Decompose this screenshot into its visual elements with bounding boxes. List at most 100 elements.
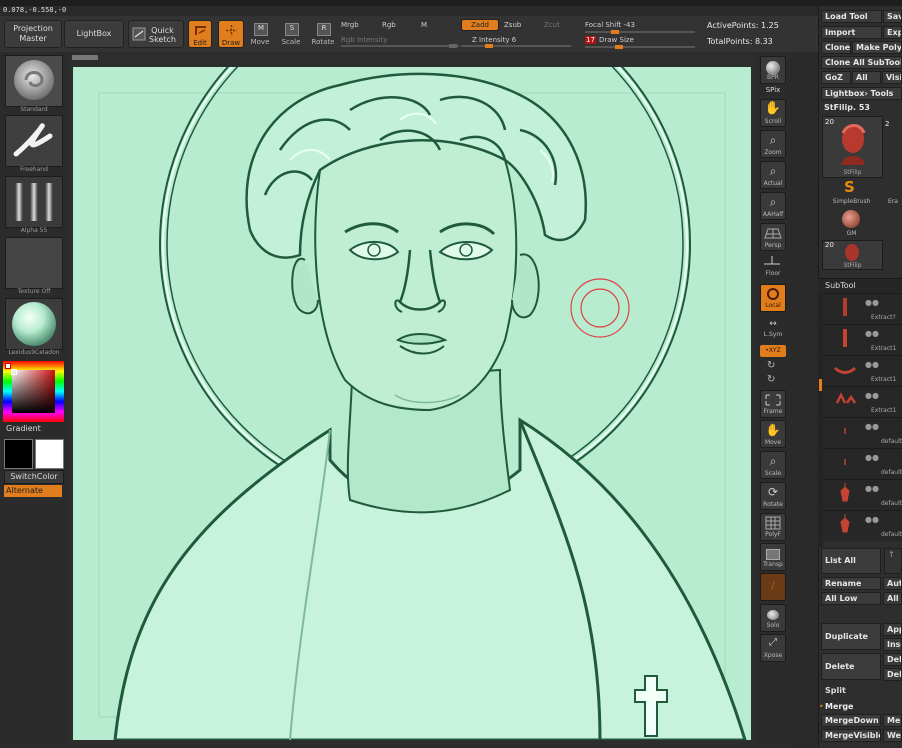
projection-master-button[interactable]: Projection Master — [4, 20, 62, 48]
brush-selector[interactable] — [5, 55, 63, 107]
color-picker[interactable] — [3, 361, 64, 422]
del-other-button[interactable]: Del — [883, 653, 902, 666]
simplebrush-tool[interactable]: S SimpleBrush — [822, 178, 881, 208]
make-polymesh-button[interactable]: Make PolyM — [852, 41, 902, 54]
lightbox-button[interactable]: LightBox — [64, 20, 124, 48]
xyz-button[interactable]: •XYZ — [760, 345, 786, 357]
merge-down-button[interactable]: MergeDown — [821, 714, 881, 727]
list-all-button[interactable]: List All — [821, 548, 881, 574]
eraser-tool-label[interactable]: Era — [888, 198, 898, 205]
persp-label: Persp — [764, 242, 782, 249]
load-tool-button[interactable]: Load Tool — [821, 10, 882, 23]
alternate-button[interactable]: Alternate — [4, 485, 62, 497]
subtool-arrows-button[interactable]: ↑ — [884, 548, 902, 574]
subtool-item-3[interactable]: ●● Extract1 — [823, 355, 902, 386]
floor-button[interactable] — [760, 254, 786, 282]
hand-icon: ✋ — [764, 101, 782, 116]
draw-size-slider[interactable] — [585, 45, 695, 49]
menu-strip[interactable] — [0, 0, 902, 6]
m-button[interactable]: M — [421, 21, 427, 29]
primary-color-swatch[interactable] — [4, 439, 33, 469]
subtool-visibility-icon[interactable]: ●● — [865, 391, 879, 400]
alpha-icon — [15, 183, 53, 221]
all-low-button[interactable]: All Low — [821, 592, 881, 605]
subtool-visibility-icon[interactable]: ●● — [865, 453, 879, 462]
lsym-button[interactable]: ↔ — [760, 318, 786, 332]
edit-icon — [195, 26, 206, 35]
spix-label[interactable]: SPix — [757, 86, 789, 94]
scale-button[interactable]: S Scale — [281, 20, 301, 48]
quick-sketch-button[interactable]: Quick Sketch — [128, 20, 184, 48]
delete-button[interactable]: Delete — [821, 653, 881, 680]
duplicate-button[interactable]: Duplicate — [821, 623, 881, 650]
rotate-y-icon[interactable]: ↻ — [767, 360, 775, 371]
subtool-visibility-icon[interactable]: ●● — [865, 360, 879, 369]
document-canvas[interactable] — [73, 67, 751, 740]
subtool-item-2[interactable]: ●● Extract1 — [823, 324, 902, 355]
subtool-item-5[interactable]: ●● default — [823, 417, 902, 448]
subtool-name: Extract? — [871, 314, 896, 321]
z-intensity-slider[interactable] — [461, 44, 571, 48]
subtool-visibility-icon[interactable]: ●● — [865, 422, 879, 431]
merge-visible-button[interactable]: MergeVisible — [821, 729, 881, 742]
edit-button[interactable]: Edit — [188, 20, 212, 48]
merge-section[interactable]: Merge — [825, 702, 853, 711]
merge-similar-button[interactable]: Mer — [883, 714, 902, 727]
subtool-header[interactable]: SubTool — [818, 278, 902, 293]
import-button[interactable]: Import — [821, 26, 882, 39]
ghost-button[interactable]: / — [760, 573, 786, 601]
mrgb-button[interactable]: Mrgb — [341, 21, 359, 29]
subtool-item-6[interactable]: ●● default — [823, 448, 902, 479]
rename-button[interactable]: Rename — [821, 577, 881, 590]
rotate-button[interactable]: R Rotate — [311, 20, 335, 48]
split-section[interactable]: Split — [825, 686, 846, 695]
material-selector[interactable] — [5, 298, 63, 350]
stroke-selector[interactable] — [5, 115, 63, 167]
subtool-visibility-icon[interactable]: ●● — [865, 484, 879, 493]
move-button[interactable]: M Move — [250, 20, 270, 48]
goz-button[interactable]: GoZ — [821, 71, 851, 84]
subtool-item-7[interactable]: ●● default — [823, 479, 902, 510]
subtool-item-4[interactable]: ●● Extract1 — [823, 386, 902, 417]
append-button[interactable]: App — [883, 623, 902, 636]
save-tool-button[interactable]: Save — [883, 10, 902, 23]
canvas-scroll-handle[interactable] — [72, 55, 98, 60]
current-tool-thumbnail[interactable]: 20 StFilip — [822, 116, 883, 178]
zadd-button[interactable]: Zadd — [461, 19, 499, 31]
secondary-color-swatch[interactable] — [35, 439, 64, 469]
relief-sculpt-model — [98, 67, 747, 740]
gm-tool[interactable]: GM — [822, 209, 881, 239]
stfilip-tool-thumbnail[interactable]: 20 StFilip — [822, 240, 883, 270]
alpha-selector[interactable] — [5, 176, 63, 228]
subtool-item-8[interactable]: ●● default — [823, 510, 902, 541]
goz-all-button[interactable]: All — [852, 71, 881, 84]
lightbox-tools-button[interactable]: Lightbox› Tools — [821, 87, 902, 100]
rgb-intensity-slider[interactable] — [341, 44, 459, 48]
rotate-z-icon[interactable]: ↻ — [767, 374, 775, 385]
insert-button[interactable]: Inse — [883, 638, 902, 651]
del-all-button[interactable]: Del — [883, 668, 902, 681]
frame-icon — [765, 394, 781, 406]
zsub-button[interactable]: Zsub — [504, 21, 521, 29]
local-button[interactable]: Local — [760, 284, 786, 312]
draw-button[interactable]: Draw — [218, 20, 244, 48]
export-button[interactable]: Exp — [883, 26, 902, 39]
subtool-visibility-icon[interactable]: ●● — [865, 329, 879, 338]
subtool-thumb-icon — [843, 298, 847, 316]
subtool-name: default — [881, 469, 902, 476]
all-high-button[interactable]: All H — [883, 592, 902, 605]
focal-shift-slider[interactable] — [585, 30, 695, 34]
clone-all-subtools-button[interactable]: Clone All SubTools — [821, 56, 902, 69]
clone-button[interactable]: Clone — [821, 41, 851, 54]
autoreorder-button[interactable]: Auto — [883, 577, 902, 590]
subtool-visibility-icon[interactable]: ●● — [865, 298, 879, 307]
zcut-button[interactable]: Zcut — [544, 21, 560, 29]
goz-visible-button[interactable]: Visib — [882, 71, 902, 84]
texture-selector[interactable] — [5, 237, 63, 289]
switchcolor-button[interactable]: SwitchColor — [4, 470, 64, 484]
subtool-visibility-icon[interactable]: ●● — [865, 515, 879, 524]
weld-button[interactable]: Wel — [883, 729, 902, 742]
gradient-label[interactable]: Gradient — [6, 424, 41, 433]
subtool-item-1[interactable]: ●● Extract? — [823, 293, 902, 324]
rgb-button[interactable]: Rgb — [382, 21, 396, 29]
